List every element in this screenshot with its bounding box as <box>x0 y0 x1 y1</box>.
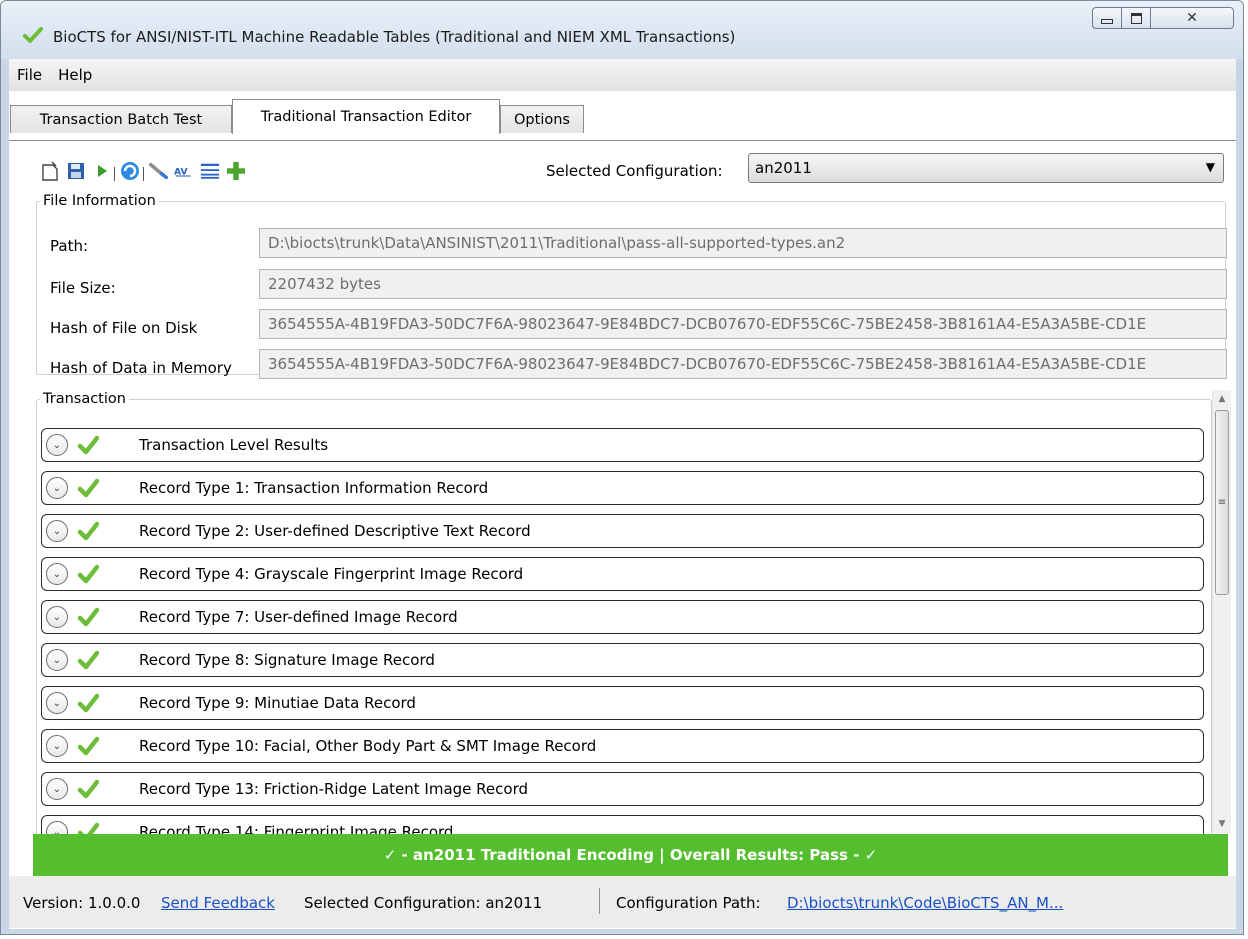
menu-help[interactable]: Help <box>50 66 100 84</box>
font-spacing-icon[interactable]: AV <box>174 161 194 181</box>
footer-selected-configuration: Selected Configuration: an2011 <box>304 894 543 912</box>
expand-chevron-icon[interactable]: ⌄ <box>46 477 68 499</box>
version-text: Version: 1.0.0.0 <box>23 894 141 912</box>
pass-check-icon <box>77 607 99 627</box>
hash-disk-field[interactable]: 3654555A-4B19FDA3-50DC7F6A-98023647-9E84… <box>259 309 1227 339</box>
hash-disk-label: Hash of File on Disk <box>50 319 198 337</box>
record-row-type-9[interactable]: ⌄ Record Type 9: Minutiae Data Record <box>41 686 1204 720</box>
pass-check-icon <box>77 521 99 541</box>
record-label: Record Type 7: User-defined Image Record <box>139 608 458 626</box>
hash-memory-field[interactable]: 3654555A-4B19FDA3-50DC7F6A-98023647-9E84… <box>259 349 1227 379</box>
pass-check-icon <box>77 435 99 455</box>
transaction-legend: Transaction <box>43 391 126 407</box>
hash-memory-label: Hash of Data in Memory <box>50 359 232 377</box>
refresh-icon[interactable] <box>120 161 140 181</box>
overall-result-banner: ✓ - an2011 Traditional Encoding | Overal… <box>33 834 1228 876</box>
path-field[interactable]: D:\biocts\trunk\Data\ANSINIST\2011\Tradi… <box>259 228 1227 258</box>
transaction-scrollbar[interactable]: ▲ ≡ ▼ <box>1212 390 1231 833</box>
file-information-legend: File Information <box>43 193 156 209</box>
dropdown-arrow-icon: ▼ <box>1205 160 1215 174</box>
record-label: Record Type 9: Minutiae Data Record <box>139 694 416 712</box>
tab-transaction-batch-test[interactable]: Transaction Batch Test <box>10 105 232 133</box>
pass-check-icon <box>77 564 99 584</box>
pass-check-icon <box>77 650 99 670</box>
record-label: Record Type 13: Friction-Ridge Latent Im… <box>139 780 529 798</box>
record-label: Record Type 2: User-defined Descriptive … <box>139 522 531 540</box>
file-information-group: File Information Path: D:\biocts\trunk\D… <box>36 193 1227 379</box>
configuration-value: an2011 <box>755 159 812 177</box>
toolbar-separator <box>143 167 144 181</box>
record-row-type-13[interactable]: ⌄ Record Type 13: Friction-Ridge Latent … <box>41 772 1204 806</box>
record-row-type-1[interactable]: ⌄ Record Type 1: Transaction Information… <box>41 471 1204 505</box>
expand-chevron-icon[interactable]: ⌄ <box>46 649 68 671</box>
expand-chevron-icon[interactable]: ⌄ <box>46 434 68 456</box>
record-row-transaction-level[interactable]: ⌄ Transaction Level Results <box>41 428 1204 462</box>
footer-separator <box>599 888 600 914</box>
scroll-thumb[interactable]: ≡ <box>1215 410 1229 595</box>
record-row-type-10[interactable]: ⌄ Record Type 10: Facial, Other Body Par… <box>41 729 1204 763</box>
record-label: Record Type 10: Facial, Other Body Part … <box>139 737 597 755</box>
menu-bar: File Help <box>9 59 1236 91</box>
toolbar-separator <box>114 167 115 181</box>
record-row-type-4[interactable]: ⌄ Record Type 4: Grayscale Fingerprint I… <box>41 557 1204 591</box>
tab-strip: Transaction Batch Test Traditional Trans… <box>9 99 1236 141</box>
pass-check-icon <box>77 478 99 498</box>
pass-check-icon <box>77 779 99 799</box>
pass-check-icon <box>77 736 99 756</box>
minimize-button[interactable] <box>1092 7 1122 29</box>
expand-chevron-icon[interactable]: ⌄ <box>46 692 68 714</box>
maximize-button[interactable] <box>1121 7 1151 29</box>
file-size-label: File Size: <box>50 279 116 297</box>
record-row-type-8[interactable]: ⌄ Record Type 8: Signature Image Record <box>41 643 1204 677</box>
expand-chevron-icon[interactable]: ⌄ <box>46 606 68 628</box>
pass-check-icon <box>77 693 99 713</box>
run-icon[interactable] <box>92 161 112 181</box>
expand-chevron-icon[interactable]: ⌄ <box>46 563 68 585</box>
maximize-icon <box>1130 12 1142 24</box>
file-size-field[interactable]: 2207432 bytes <box>259 269 1227 299</box>
title-bar: BioCTS for ANSI/NIST-ITL Machine Readabl… <box>1 1 1243 59</box>
wrench-icon[interactable] <box>148 161 168 181</box>
expand-chevron-icon[interactable]: ⌄ <box>46 735 68 757</box>
record-label: Record Type 8: Signature Image Record <box>139 651 435 669</box>
record-row-type-2[interactable]: ⌄ Record Type 2: User-defined Descriptiv… <box>41 514 1204 548</box>
scroll-down-icon[interactable]: ▼ <box>1213 815 1231 833</box>
expand-chevron-icon[interactable]: ⌄ <box>46 520 68 542</box>
record-label: Record Type 1: Transaction Information R… <box>139 479 489 497</box>
client-area: Transaction Batch Test Traditional Trans… <box>9 91 1236 929</box>
configuration-path-label: Configuration Path: <box>616 894 761 912</box>
path-label: Path: <box>50 237 89 255</box>
tab-options[interactable]: Options <box>500 105 584 133</box>
tab-traditional-transaction-editor[interactable]: Traditional Transaction Editor <box>232 99 500 134</box>
window-title: BioCTS for ANSI/NIST-ITL Machine Readabl… <box>53 28 736 46</box>
selected-configuration-label: Selected Configuration: <box>546 162 723 180</box>
record-label: Record Type 4: Grayscale Fingerprint Ima… <box>139 565 524 583</box>
save-icon[interactable] <box>66 161 86 181</box>
tab-baseline <box>9 140 1236 141</box>
configuration-path-link[interactable]: D:\biocts\trunk\Code\BioCTS_AN_M... <box>787 894 1063 912</box>
close-icon: ✕ <box>1186 10 1198 26</box>
expand-all-icon[interactable] <box>200 161 220 181</box>
record-row-type-7[interactable]: ⌄ Record Type 7: User-defined Image Reco… <box>41 600 1204 634</box>
add-icon[interactable] <box>226 161 246 181</box>
scroll-up-icon[interactable]: ▲ <box>1213 390 1231 408</box>
footer-bar: Version: 1.0.0.0 Send Feedback Selected … <box>9 876 1236 928</box>
menu-file[interactable]: File <box>9 66 50 84</box>
minimize-icon <box>1101 18 1113 24</box>
close-button[interactable]: ✕ <box>1150 7 1234 29</box>
new-file-icon[interactable] <box>40 161 60 181</box>
record-label: Transaction Level Results <box>139 436 329 454</box>
app-window: BioCTS for ANSI/NIST-ITL Machine Readabl… <box>0 0 1244 935</box>
send-feedback-link[interactable]: Send Feedback <box>161 894 275 912</box>
expand-chevron-icon[interactable]: ⌄ <box>46 778 68 800</box>
app-check-icon <box>23 27 43 43</box>
configuration-select[interactable]: an2011 ▼ <box>748 153 1224 183</box>
